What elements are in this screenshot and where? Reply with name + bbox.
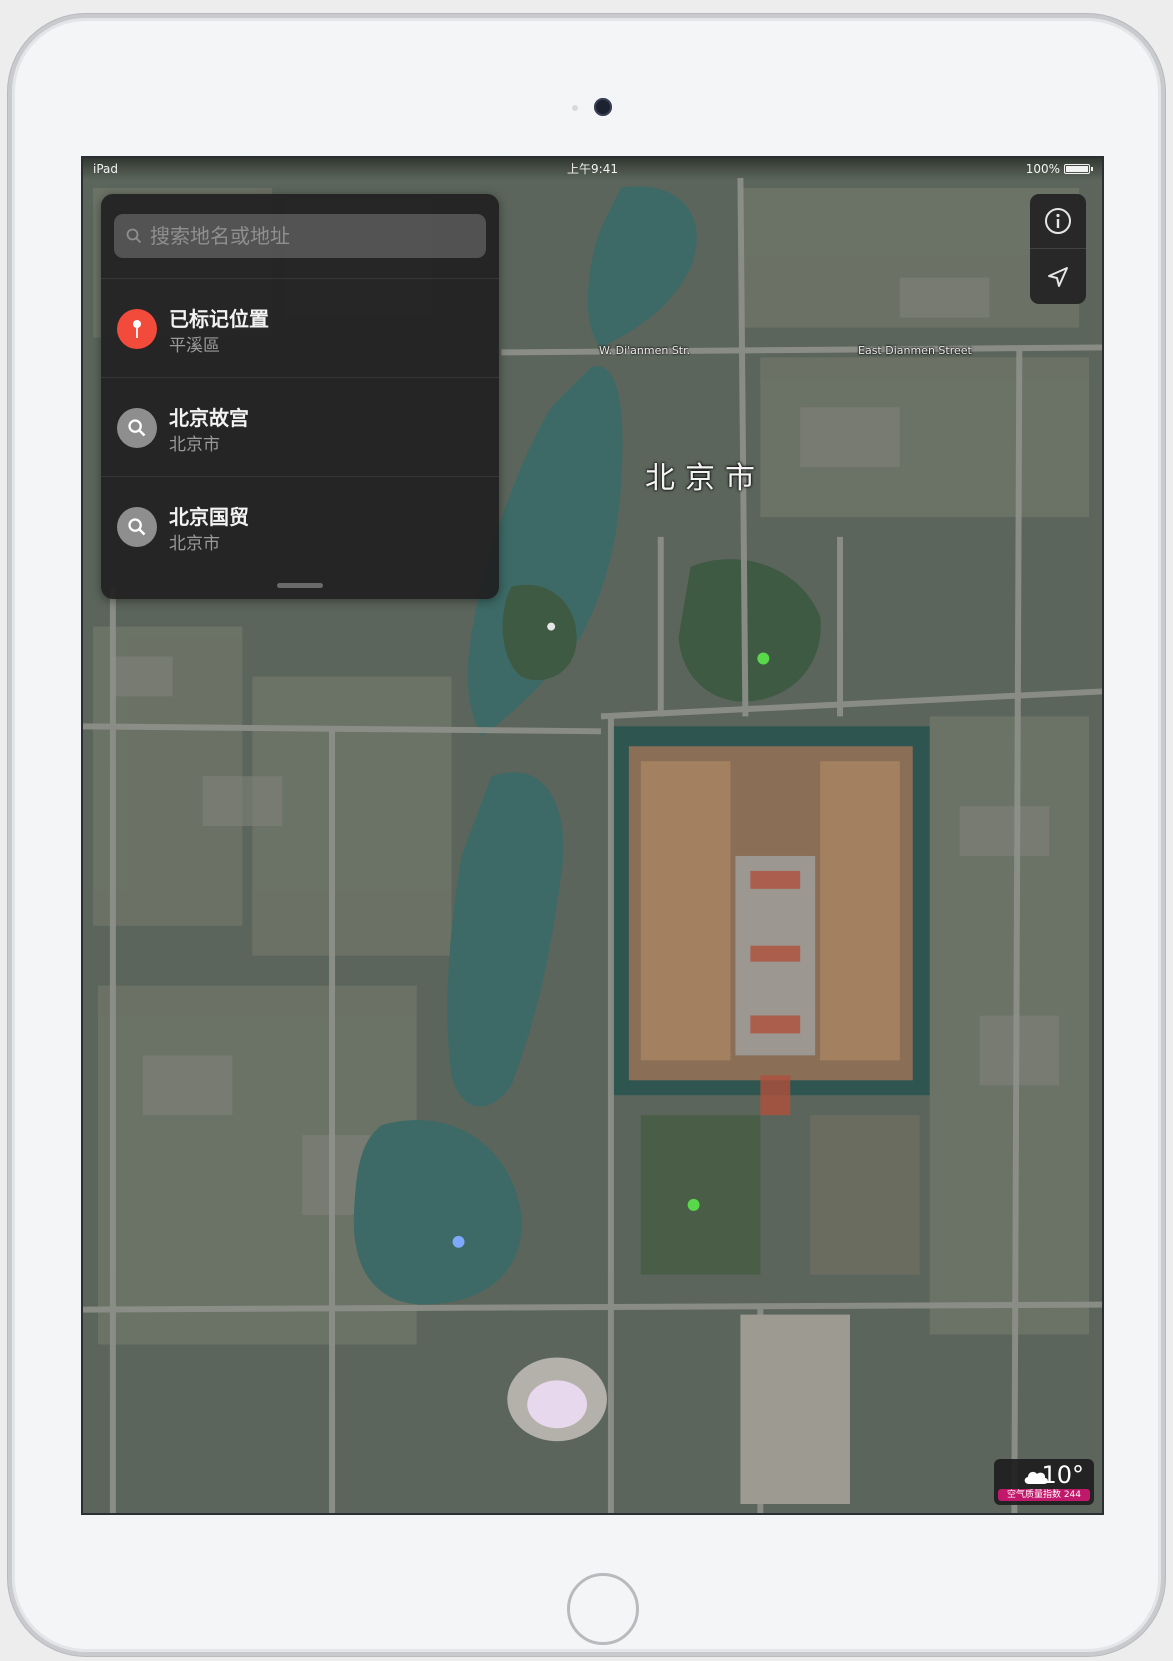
info-button[interactable] [1030, 194, 1086, 249]
air-quality-badge: 空气质量指数 244 [998, 1489, 1090, 1501]
result-title: 北京国贸 [169, 505, 249, 529]
battery-indicator: 100% [1025, 158, 1093, 180]
status-bar: iPad 上午9:41 100% [83, 158, 1102, 180]
result-title: 北京故宫 [169, 406, 249, 430]
clock: 上午9:41 [567, 162, 618, 176]
battery-percent: 100% [1025, 162, 1060, 176]
result-subtitle: 北京市 [169, 534, 220, 554]
map-controls [1030, 194, 1086, 304]
battery-icon [1064, 164, 1093, 174]
result-item-guomao[interactable]: 北京国贸 北京市 [101, 476, 499, 574]
ambient-sensor [572, 105, 578, 111]
search-input[interactable]: 搜索地名或地址 [114, 214, 486, 258]
search-icon [126, 228, 142, 244]
result-item-forbidden-city[interactable]: 北京故宫 北京市 [101, 377, 499, 475]
panel-grabber[interactable] [277, 583, 323, 588]
result-title: 已标记位置 [169, 307, 269, 331]
weather-widget[interactable]: 10° 空气质量指数 244 [994, 1459, 1094, 1505]
search-placeholder: 搜索地名或地址 [150, 224, 290, 248]
result-subtitle: 平溪區 [169, 336, 220, 356]
location-arrow-icon [1048, 266, 1068, 287]
search-icon [117, 507, 157, 547]
search-panel: 搜索地名或地址 已标记位置 平溪區 北京故宫 北京市 北京国贸 北京市 [101, 194, 499, 599]
front-camera [594, 98, 612, 116]
search-icon [117, 408, 157, 448]
result-item-marked-location[interactable]: 已标记位置 平溪區 [101, 278, 499, 376]
screen: W. Di'anmen Str. East Dianmen Street 北京市… [81, 156, 1104, 1515]
pin-icon [117, 309, 157, 349]
street-label-east-dianmen: East Dianmen Street [858, 344, 972, 357]
current-location-button[interactable] [1030, 249, 1086, 304]
info-icon [1045, 208, 1071, 234]
home-button[interactable] [567, 1573, 639, 1645]
result-subtitle: 北京市 [169, 435, 220, 455]
temperature: 10° [1041, 1461, 1084, 1489]
street-label-west-dianmen: W. Di'anmen Str. [599, 344, 691, 357]
city-label: 北京市 [645, 461, 765, 496]
